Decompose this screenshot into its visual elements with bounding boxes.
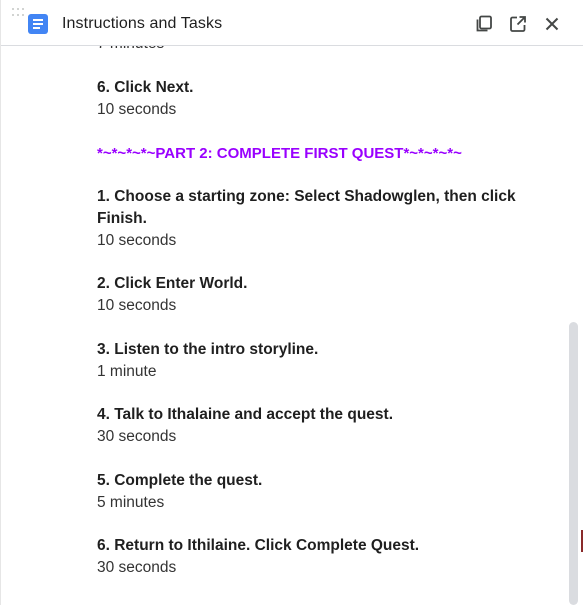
open-in-panel-icon [476,15,492,32]
step-title: 3. Listen to the intro storyline. [97,341,319,358]
panel-title: Instructions and Tasks [62,15,223,32]
panel-header: Instructions and Tasks [1,0,583,46]
step-6-return-ithilaine: 6. Return to Ithilaine. Click Complete Q… [97,535,557,579]
docs-icon [28,14,48,34]
step-time: 10 seconds [97,101,177,118]
instructions-panel: 7 minutes 6. Click Next. 10 seconds *~*~… [0,0,583,605]
close-icon [545,17,559,31]
open-in-panel-button[interactable] [472,12,496,36]
step-5-complete-quest: 5. Complete the quest. 5 minutes [97,470,517,514]
scrollbar-thumb[interactable] [569,322,578,605]
step-title: 6. Return to Ithilaine. Click Complete Q… [97,537,420,554]
step-2-enter-world: 2. Click Enter World. 10 seconds [97,273,517,317]
step-time: 30 seconds [97,559,177,576]
step-4-talk-ithalaine: 4. Talk to Ithalaine and accept the ques… [97,404,537,448]
step-time: 30 seconds [97,428,177,445]
open-in-new-icon [510,16,526,32]
step-title: 5. Complete the quest. [97,472,263,489]
step-title: 4. Talk to Ithalaine and accept the ques… [97,406,394,423]
step-1-starting-zone: 1. Choose a starting zone: Select Shadow… [97,186,517,252]
step-time: 10 seconds [97,232,177,249]
drag-handle-icon[interactable] [12,8,24,18]
step-title: 6. Click Next. [97,79,194,96]
step-time: 10 seconds [97,297,177,314]
step-time: 5 minutes [97,494,165,511]
part-2-heading: *~*~*~*~PART 2: COMPLETE FIRST QUEST*~*~… [97,145,462,162]
step-6-next: 6. Click Next. 10 seconds [97,77,517,121]
step-3-intro-storyline: 3. Listen to the intro storyline. 1 minu… [97,339,517,383]
step-title: 2. Click Enter World. [97,275,248,292]
step-time: 1 minute [97,363,157,380]
close-button[interactable] [540,12,564,36]
open-in-new-button[interactable] [506,12,530,36]
step-title: 1. Choose a starting zone: Select Shadow… [97,188,516,227]
